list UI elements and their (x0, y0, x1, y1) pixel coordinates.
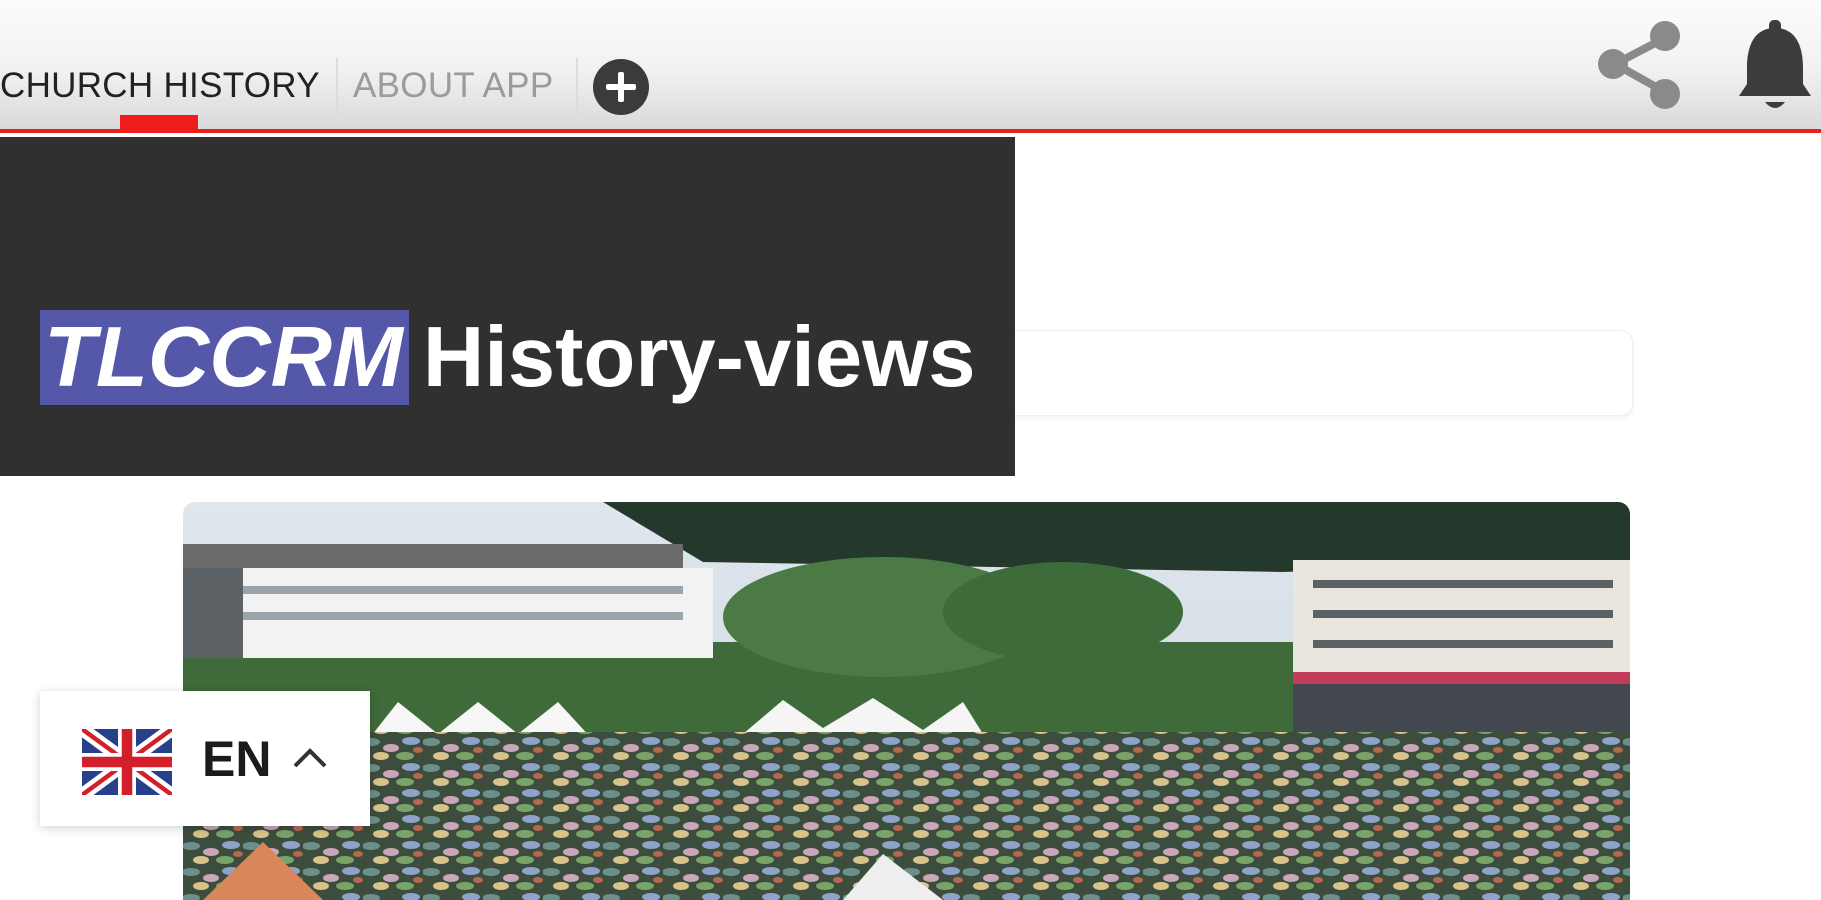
active-tab-indicator (120, 115, 198, 133)
top-bar: CHURCH HISTORY ABOUT APP (0, 0, 1821, 133)
tab-about-app[interactable]: ABOUT APP (353, 64, 553, 108)
feature-photo (183, 502, 1630, 900)
bell-icon[interactable] (1735, 18, 1815, 114)
hero-banner: TLCCRM History-views (0, 137, 1015, 476)
search-field[interactable] (990, 330, 1633, 416)
plus-circle-icon[interactable] (593, 59, 649, 115)
language-switcher[interactable]: EN (40, 691, 370, 826)
share-icon[interactable] (1590, 14, 1690, 114)
language-code: EN (202, 731, 272, 787)
uk-flag-icon (82, 729, 172, 795)
tab-divider (576, 58, 578, 114)
tab-divider (336, 58, 338, 114)
brand-name: TLCCRM (40, 310, 409, 405)
page-title-text: History-views (422, 310, 976, 405)
tab-church-history[interactable]: CHURCH HISTORY (0, 64, 320, 108)
chevron-up-icon[interactable] (292, 747, 328, 769)
page-title: TLCCRM History-views (40, 307, 976, 409)
